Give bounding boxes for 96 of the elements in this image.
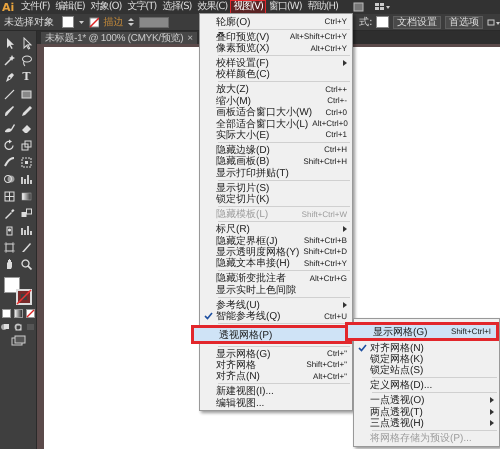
lasso-icon[interactable] [20,54,33,67]
arrange-icon[interactable] [374,2,391,12]
menu-item[interactable]: 新建视图(I)... [200,386,352,398]
menu-item[interactable]: 锁定站点(S) [354,364,499,376]
menu-item[interactable]: 标尺(R) [200,223,352,235]
scale-icon[interactable] [20,139,33,152]
style-label: 式: [359,16,372,29]
menu-title[interactable]: 视图(V) [230,0,266,14]
rectangle-icon[interactable] [20,88,33,101]
stroke-swatch[interactable] [16,289,32,305]
gradient-mode-icon[interactable] [14,309,22,318]
pencil-icon[interactable] [20,105,33,118]
app-logo: Ai [2,0,16,14]
menu-item[interactable]: 隐藏边缘(D) Ctrl+H [200,144,352,156]
draw-mode-icon[interactable] [0,322,10,331]
curve-icon[interactable] [3,156,16,169]
wand-icon[interactable] [3,54,16,67]
menu-item[interactable]: 一点透视(O) [354,394,499,406]
selection-status: 未选择对象 [4,16,54,29]
menu-title[interactable]: 编辑(E) [52,0,88,14]
caret-icon[interactable] [78,19,85,25]
chart-icon[interactable] [20,224,33,237]
workspace-icon[interactable] [486,18,500,26]
pen-icon[interactable] [3,71,16,84]
menu-item[interactable]: 定义网格(D)... [354,380,499,392]
none-mode-icon[interactable] [26,309,34,318]
fill-swatch[interactable] [62,16,74,28]
menu-item[interactable]: 显示打印拼贴(T) [200,167,352,178]
menu-item[interactable]: 两点透视(T) [354,406,499,418]
menu-item[interactable]: 隐藏文本串接(H) Shift+Ctrl+Y [200,258,352,269]
menu-item[interactable]: 实际大小(E) Ctrl+1 [200,129,352,141]
menu-item[interactable]: 透视网格(P) [191,325,352,344]
menu-item[interactable]: 显示切片(S) [200,182,352,194]
document-tab[interactable]: 未标题-1* @ 100% (CMYK/预览) × [41,32,197,44]
menu-item[interactable]: 缩小(M) Ctrl+- [200,95,352,107]
blob-brush-icon[interactable] [3,122,16,135]
menu-item[interactable]: 画板适合窗口大小(W) Ctrl+0 [200,106,352,118]
zoom-icon[interactable] [20,258,33,271]
eyedropper-icon[interactable] [3,207,16,220]
toolbar-button[interactable]: 首选项 [444,16,483,28]
menu-item[interactable]: 显示网格(G) Ctrl+" [200,348,352,360]
eraser-icon[interactable] [20,122,33,135]
menu-item[interactable]: 显示透明度网格(Y) Shift+Ctrl+D [200,246,352,258]
menu-item[interactable]: 叠印预览(V) Alt+Shift+Ctrl+Y [200,30,352,42]
menu-title[interactable]: 文件(F) [18,0,53,14]
menu-title[interactable]: 文字(T) [124,0,160,14]
menu-item[interactable]: 隐藏定界框(J) Shift+Ctrl+B [200,234,352,246]
draw-mode-icon[interactable] [13,322,23,331]
brush-icon[interactable] [3,105,16,118]
menu-item[interactable]: 编辑视图... [200,397,352,408]
menu-item[interactable]: 对齐网格 Shift+Ctrl+" [200,359,352,371]
menu-item[interactable]: 参考线(U) [200,298,352,310]
menu-item[interactable]: 对齐网格(N) [354,342,499,354]
menu-title[interactable]: 窗口(W) [266,0,305,14]
menu-title[interactable]: 对象(O) [88,0,124,14]
toolbar-button[interactable]: 文档设置 [392,16,441,28]
close-button[interactable]: × [187,32,193,44]
menu-title[interactable]: 效果(C) [194,0,230,14]
transform-icon[interactable] [20,156,33,169]
screen-mode-icon[interactable] [10,335,26,346]
fill-swatch[interactable] [4,277,20,293]
menu-item[interactable]: 三点透视(H) [354,418,499,429]
chart-icon[interactable] [20,173,33,186]
menu-item[interactable]: 像素预览(X) Alt+Ctrl+Y [200,42,352,54]
stroke-label[interactable]: 描边 [103,15,124,29]
type-tool[interactable]: T [22,71,31,84]
knife-icon[interactable] [20,241,33,254]
menu-title[interactable]: 选择(S) [159,0,194,14]
menu-item[interactable]: 放大(Z) Ctrl++ [200,84,352,96]
gradient-icon[interactable] [20,190,33,203]
circles-icon[interactable] [3,173,16,186]
stroke-weight-field[interactable] [138,16,170,28]
menu-item[interactable]: 隐藏画板(B) Shift+Ctrl+H [200,156,352,168]
menu-item[interactable]: 对齐点(N) Alt+Ctrl+" [200,370,352,382]
menu-item[interactable]: 锁定切片(K) [200,193,352,205]
check-icon [358,344,366,352]
menu-item[interactable]: 显示实时上色间隙 [200,284,352,296]
menu-item[interactable]: 全部适合窗口大小(L) Alt+Ctrl+0 [200,118,352,130]
style-swatch[interactable] [376,16,389,28]
menu-item[interactable]: 智能参考线(Q) Ctrl+U [200,310,352,322]
menu-item[interactable]: 校样设置(F) [200,57,352,69]
check-icon [204,312,212,320]
artboard-icon[interactable] [3,241,16,254]
menu-item[interactable]: 轮廓(O) Ctrl+Y [200,16,352,28]
menu-item[interactable]: 校样颜色(C) [200,68,352,80]
menu-item[interactable]: 隐藏渐变批注者 Alt+Ctrl+G [200,272,352,284]
stepper-icon[interactable] [127,17,135,27]
mesh-icon[interactable] [3,190,16,203]
stroke-swatch-icon[interactable] [88,16,100,28]
rotate-icon[interactable] [3,139,16,152]
blend-icon[interactable] [20,207,33,220]
menu-item[interactable]: 显示网格(G) Shift+Ctrl+I [345,322,499,341]
menu-item[interactable]: 锁定网格(K) [354,353,499,365]
line-icon[interactable] [3,88,16,101]
color-mode-icon[interactable] [2,309,10,318]
menu-title[interactable]: 帮助(H) [304,0,341,14]
